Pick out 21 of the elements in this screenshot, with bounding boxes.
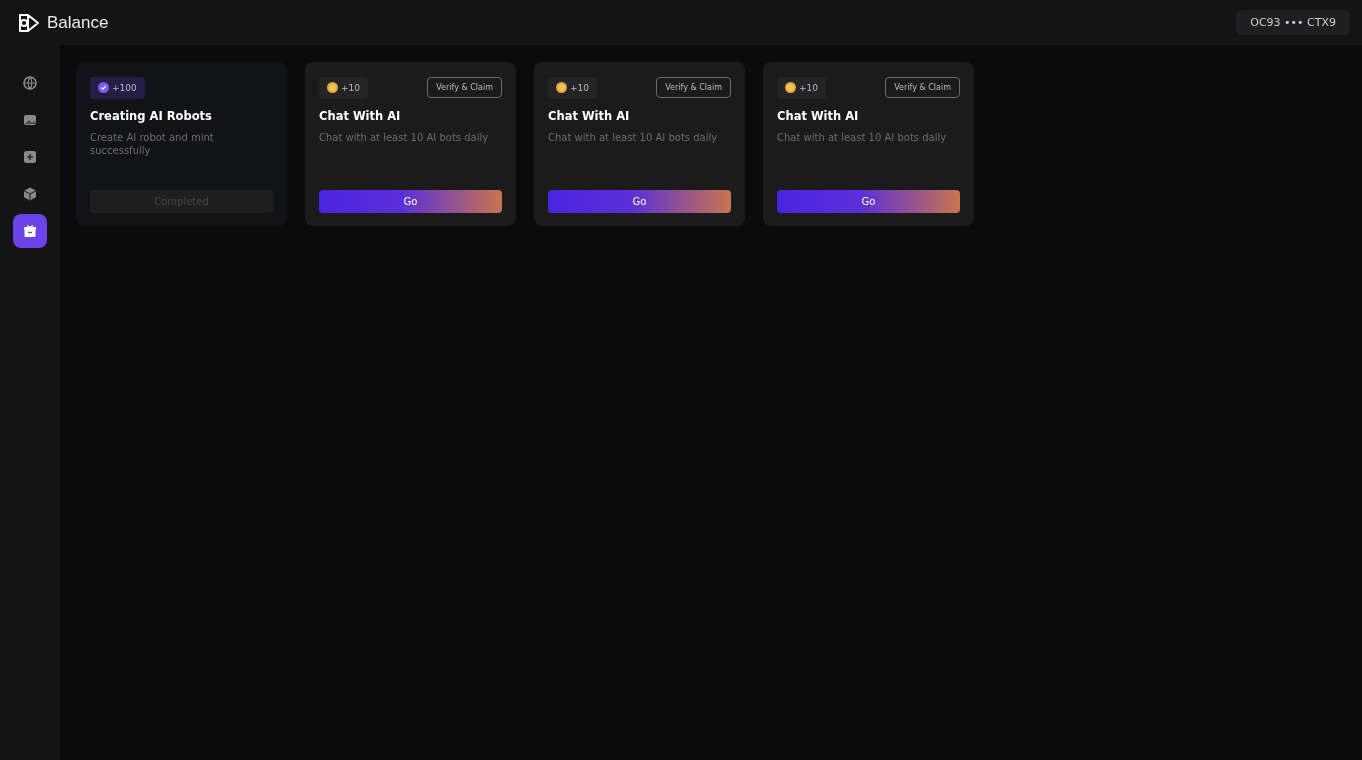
task-title: Chat With AI — [777, 109, 860, 123]
task-title: Creating AI Robots — [90, 109, 213, 123]
go-button[interactable]: Go — [548, 190, 731, 213]
reward-badge: +10 — [319, 76, 368, 99]
brand-name: Balance — [47, 12, 109, 33]
task-description: Chat with at least 10 AI bots daily — [548, 131, 719, 145]
go-button[interactable]: Go — [777, 190, 960, 213]
wallet-address-button[interactable]: OC93 ••• CTX9 — [1236, 10, 1350, 35]
nav-gift-icon[interactable] — [13, 214, 47, 248]
go-button[interactable]: Go — [319, 190, 502, 213]
reward-badge: +100 — [90, 76, 145, 99]
verify-claim-button[interactable]: Verify & Claim — [427, 77, 502, 98]
verify-claim-button[interactable]: Verify & Claim — [656, 77, 731, 98]
task-description: Chat with at least 10 AI bots daily — [777, 131, 948, 145]
reward-badge: +10 — [777, 76, 826, 99]
verify-claim-button[interactable]: Verify & Claim — [885, 77, 960, 98]
task-description: Create AI robot and mint successfully — [90, 131, 215, 158]
task-title: Chat With AI — [548, 109, 631, 123]
task-title: Chat With AI — [319, 109, 402, 123]
task-description: Chat with at least 10 AI bots daily — [319, 131, 490, 145]
reward-badge: +10 — [548, 76, 597, 99]
